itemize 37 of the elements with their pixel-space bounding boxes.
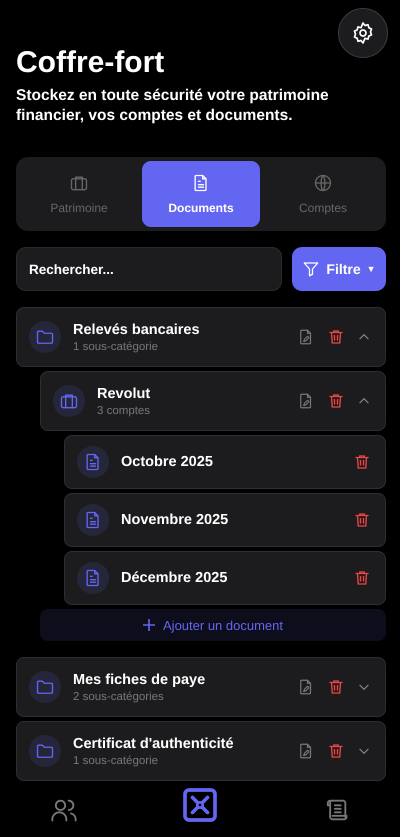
item-title: Décembre 2025 [121,570,228,586]
document-row[interactable]: Décembre 2025 [64,551,386,605]
delete-icon[interactable] [353,569,371,587]
delete-icon[interactable] [353,511,371,529]
settings-button[interactable] [338,8,388,58]
item-subtitle: 1 sous-catégorie [73,340,160,352]
search-field[interactable]: Rechercher... [16,247,282,291]
category-card[interactable]: Mes fiches de paye 2 sous-catégories [16,657,386,717]
item-title: Octobre 2025 [121,454,214,470]
item-title: Novembre 2025 [121,512,230,528]
category-card[interactable]: Relevés bancaires 1 sous-catégorie [16,307,386,367]
page-title: Coffre-fort [16,46,166,80]
filter-icon [302,260,320,278]
document-row[interactable]: Novembre 2025 [64,493,386,547]
item-title: Relevés bancaires [73,322,201,338]
plus-icon [143,619,156,631]
add-document-button[interactable]: Ajouter un document [40,609,386,641]
item-subtitle: 2 sous-catégories [73,690,165,702]
category-card[interactable]: Revolut 3 comptes [40,371,386,431]
delete-icon[interactable] [327,678,345,696]
category-card[interactable]: Certificat d'authenticité 1 sous-catégorie [16,721,386,781]
globe-icon [313,173,333,193]
item-title: Revolut [97,386,152,402]
page-subtitle: Stockez en toute sécurité votre patrimoine financier, vos comptes et documents. [16,86,330,126]
delete-icon[interactable] [353,453,371,471]
delete-icon[interactable] [327,742,345,760]
item-subtitle: 3 comptes [97,404,152,416]
document-row[interactable]: Octobre 2025 [64,435,386,489]
item-title: Mes fiches de paye [73,672,206,688]
filter-button[interactable]: Filtre ▼ [292,247,386,291]
settings-icon [351,21,375,45]
tab[interactable]: Documents [142,161,260,227]
delete-icon[interactable] [327,392,345,410]
delete-icon[interactable] [327,328,345,346]
item-title: Certificat d'authenticité [73,736,235,752]
item-subtitle: 1 sous-catégorie [73,754,160,766]
nav-button[interactable] [180,785,220,825]
